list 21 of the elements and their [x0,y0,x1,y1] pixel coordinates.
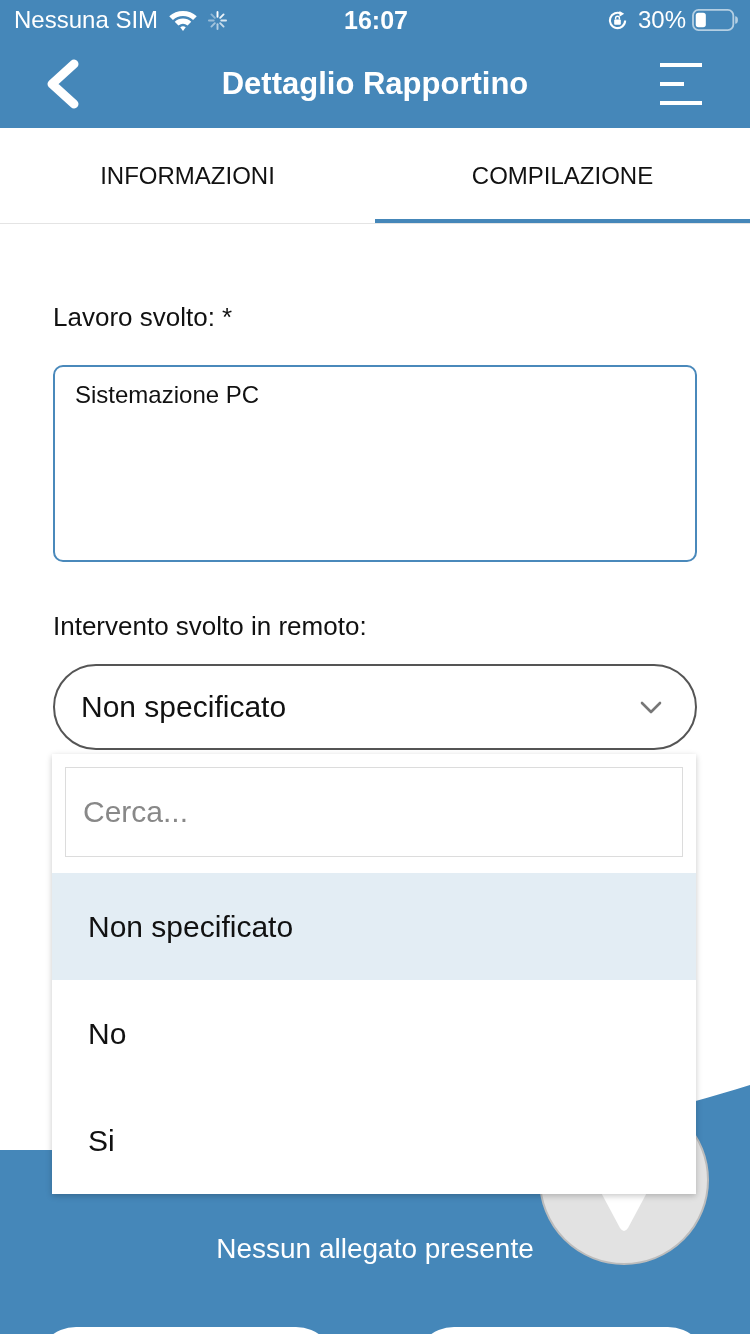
clock-time: 16:07 [344,6,408,34]
menu-icon[interactable] [660,63,702,105]
search-field[interactable]: Cerca... [65,767,683,857]
wifi-icon [168,9,199,31]
chevron-left-icon[interactable] [45,59,81,109]
battery-percent: 30% [637,6,686,34]
carrier-label: Nessuna SIM [14,6,159,34]
tab[interactable]: COMPILAZIONE [375,128,750,223]
battery-icon [692,9,738,31]
text-area-field[interactable]: Sistemazione PC [53,365,697,562]
empty-attachments-text: Nessun allegato presente [215,1232,535,1266]
field-label: Lavoro svolto: * [53,301,234,334]
select-field[interactable]: Non specificato [53,664,697,750]
page-title: Dettaglio Rapportino [221,65,529,103]
tab[interactable]: INFORMAZIONI [0,128,375,223]
loading-spinner-icon [208,10,228,30]
chevron-down-icon [640,700,662,714]
rotation-lock-icon [606,9,628,31]
field-label: Intervento svolto in remoto: [53,610,368,643]
dropdown-option[interactable]: Non specificato [52,873,696,980]
dropdown-option[interactable]: No [52,980,696,1087]
